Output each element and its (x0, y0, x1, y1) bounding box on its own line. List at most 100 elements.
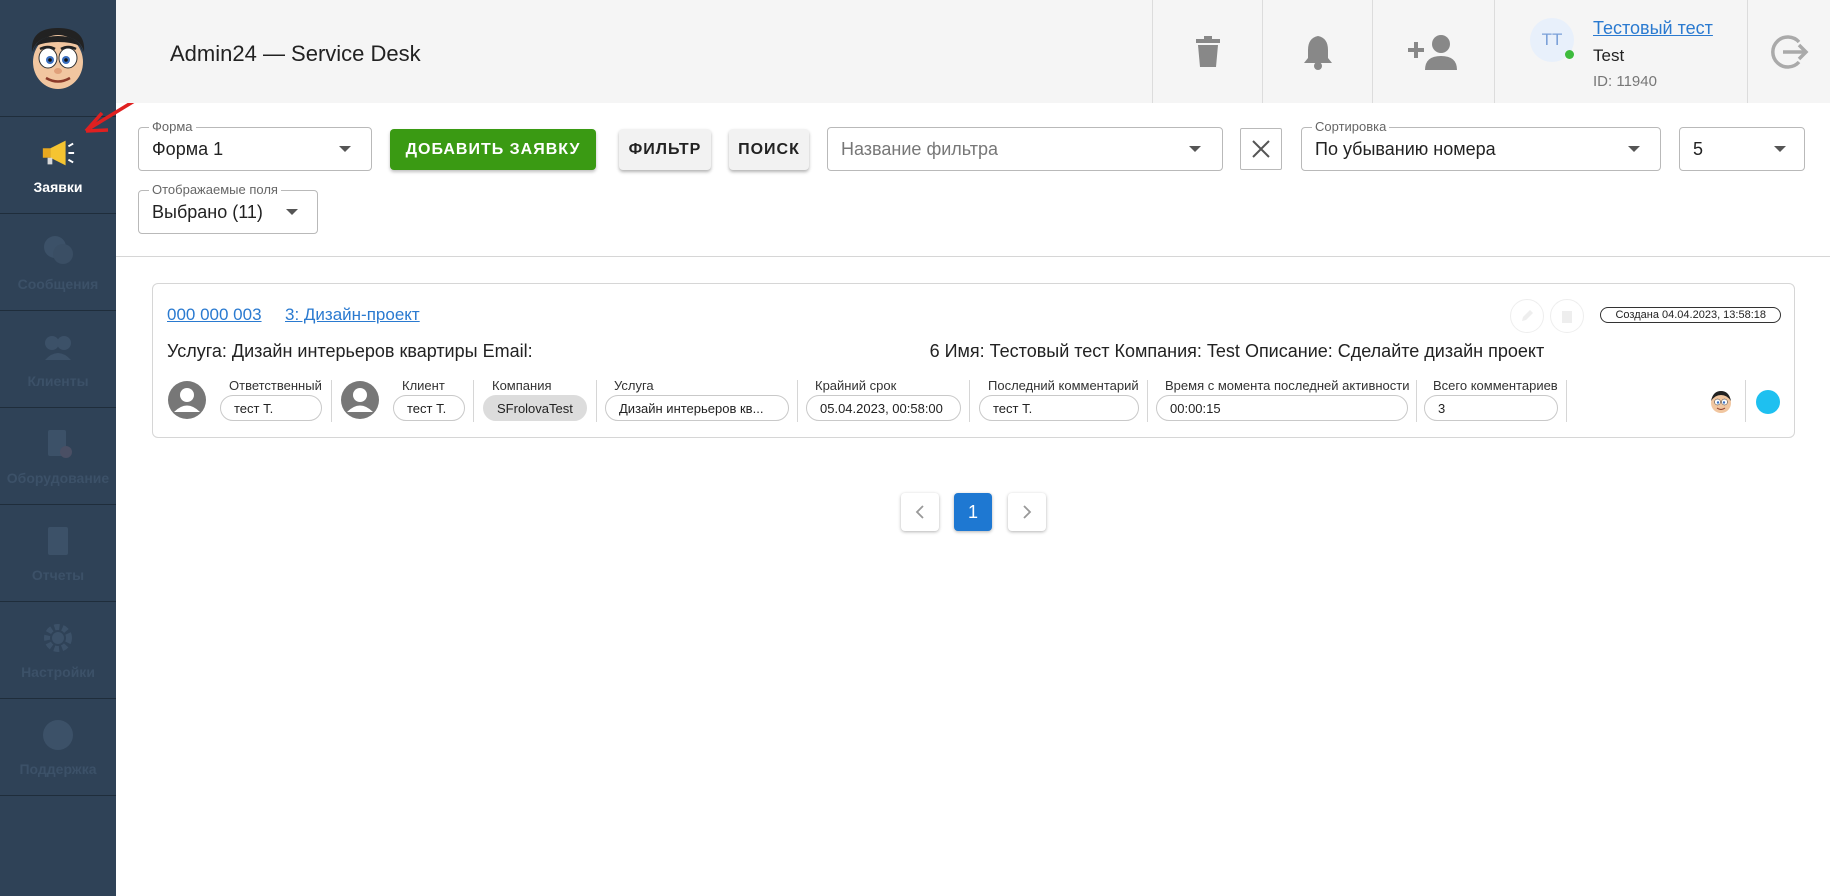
chevron-down-icon (1774, 146, 1786, 152)
field-total-comments: Всего комментариев 3 (1424, 378, 1558, 424)
field-label: Всего комментариев (1433, 378, 1558, 393)
trash-button[interactable] (1152, 0, 1262, 103)
filter-name-select[interactable]: Название фильтра (827, 127, 1223, 171)
sidebar-item-label: Сообщения (17, 276, 99, 292)
logout-button[interactable] (1748, 0, 1830, 103)
chevron-left-icon (915, 505, 924, 519)
divider (797, 380, 798, 422)
field-value: тест Т. (220, 395, 322, 421)
pagination-page-1[interactable]: 1 (954, 493, 992, 531)
add-user-button[interactable] (1372, 0, 1494, 103)
add-user-icon (1407, 34, 1457, 70)
user-id: ID: 11940 (1593, 73, 1657, 90)
add-ticket-button[interactable]: ДОБАВИТЬ ЗАЯВКУ (390, 129, 596, 170)
field-company: Компания SFrolovaTest (483, 378, 587, 424)
ticket-description-end: 6 Имя: Тестовый тест Компания: Test Опис… (929, 341, 1545, 361)
edit-ticket-button[interactable] (1510, 299, 1544, 333)
pagination-prev-button[interactable] (901, 493, 939, 531)
clear-filter-button[interactable] (1240, 128, 1282, 170)
sidebar-item-messages[interactable]: Сообщения (0, 214, 116, 311)
divider (473, 380, 474, 422)
user-profile: TT Тестовый тест Test ID: 11940 (1494, 0, 1748, 103)
pagination-next-button[interactable] (1008, 493, 1046, 531)
sidebar-item-label: Оборудование (6, 470, 110, 486)
pencil-icon (1522, 310, 1533, 321)
form-select-label: Форма (149, 119, 196, 134)
field-value: 00:00:15 (1156, 395, 1408, 421)
help-icon (40, 717, 76, 753)
divider (331, 380, 332, 422)
sidebar-item-label: Клиенты (27, 373, 89, 389)
sidebar-item-equipment[interactable]: Оборудование (0, 408, 116, 505)
field-label: Услуга (614, 378, 654, 393)
megaphone-icon (40, 135, 76, 171)
divider (969, 380, 970, 422)
notifications-button[interactable] (1262, 0, 1372, 103)
gear-icon (40, 620, 76, 656)
form-select[interactable]: Форма Форма 1 (138, 119, 372, 171)
field-value: Дизайн интерьеров кв... (605, 395, 789, 421)
chevron-down-icon (286, 209, 298, 215)
field-client: Клиент тест Т. (393, 378, 465, 424)
filter-button[interactable]: ФИЛЬТР (619, 129, 711, 170)
toolbar-divider (116, 256, 1830, 257)
field-label: Клиент (402, 378, 445, 393)
chat-icon (40, 232, 76, 268)
online-status-dot (1565, 50, 1574, 59)
divider (1147, 380, 1148, 422)
divider (1416, 380, 1417, 422)
divider (596, 380, 597, 422)
ticket-description: Услуга: Дизайн интерьеров квартиры Email… (167, 341, 1544, 362)
chevron-down-icon (339, 146, 351, 152)
clients-icon (40, 329, 76, 365)
field-value: тест Т. (979, 395, 1139, 421)
field-label: Последний комментарий (988, 378, 1139, 393)
field-service: Услуга Дизайн интерьеров кв... (605, 378, 789, 424)
divider (1566, 380, 1567, 422)
field-label: Время с момента последней активности (1165, 378, 1410, 393)
person-avatar-icon (168, 381, 206, 419)
sidebar-item-reports[interactable]: Отчеты (0, 505, 116, 602)
trash-icon (1195, 35, 1220, 67)
ticket-number-link[interactable]: 000 000 003 (167, 305, 262, 325)
header: Admin24 — Service Desk TT Тестовый тест … (116, 0, 1830, 103)
displayed-fields-select[interactable]: Отображаемые поля Выбрано (11) (138, 182, 318, 234)
form-select-value: Форма 1 (152, 139, 224, 159)
sidebar-item-settings[interactable]: Настройки (0, 602, 116, 699)
sidebar-item-support[interactable]: Поддержка (0, 699, 116, 796)
status-indicator-dot (1756, 390, 1780, 414)
per-page-select[interactable]: 5 (1679, 127, 1805, 171)
field-value: 3 (1424, 395, 1558, 421)
per-page-value: 5 (1693, 139, 1704, 159)
sidebar-item-label: Заявки (33, 179, 83, 195)
search-button[interactable]: ПОИСК (729, 129, 809, 170)
sidebar-item-label: Отчеты (31, 567, 85, 583)
ticket-title-link[interactable]: 3: Дизайн-проект (285, 305, 420, 325)
chevron-right-icon (1023, 505, 1032, 519)
user-company: Test (1593, 46, 1625, 65)
user-name-link[interactable]: Тестовый тест (1593, 18, 1713, 39)
sidebar-item-clients[interactable]: Клиенты (0, 311, 116, 408)
field-value: тест Т. (393, 395, 465, 421)
divider (1745, 380, 1746, 422)
trash-icon (1562, 311, 1572, 323)
reports-icon (40, 523, 76, 559)
ticket-description-start: Услуга: Дизайн интерьеров квартиры Email… (167, 341, 533, 361)
equipment-icon (40, 426, 76, 462)
field-time-since-activity: Время с момента последней активности 00:… (1156, 378, 1410, 424)
ticket-card[interactable]: 000 000 003 3: Дизайн-проект Создана 04.… (152, 283, 1795, 438)
field-responsible: Ответственный тест Т. (220, 378, 324, 424)
sidebar-item-label: Настройки (21, 664, 95, 680)
sidebar-item-label: Поддержка (19, 761, 97, 777)
chevron-down-icon (1628, 146, 1640, 152)
delete-ticket-button[interactable] (1550, 299, 1584, 333)
page-title: Admin24 — Service Desk (170, 41, 421, 66)
displayed-fields-value: Выбрано (11) (152, 202, 263, 222)
sort-select-label: Сортировка (1312, 119, 1390, 134)
chevron-down-icon (1189, 146, 1201, 152)
close-icon (1252, 140, 1270, 158)
person-avatar-icon (341, 381, 379, 419)
field-label: Ответственный (229, 378, 322, 393)
sort-select[interactable]: Сортировка По убыванию номера (1301, 119, 1661, 171)
displayed-fields-label: Отображаемые поля (149, 182, 281, 197)
